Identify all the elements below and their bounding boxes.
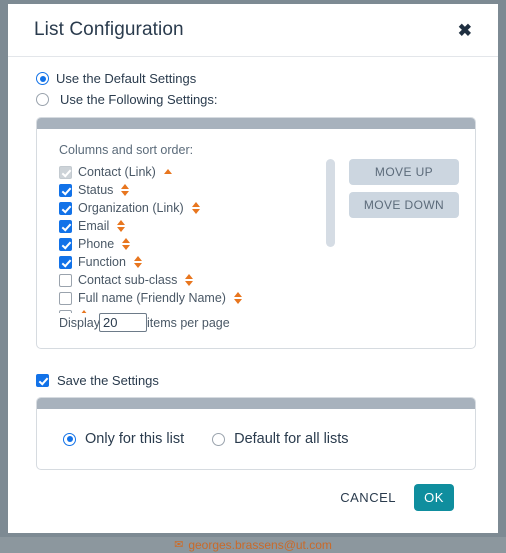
sort-arrows-icon[interactable]	[122, 238, 131, 250]
save-settings-label: Save the Settings	[57, 372, 159, 388]
dialog-header: List Configuration ✖	[8, 4, 498, 57]
list-item-label: Phone	[78, 237, 115, 251]
list-item-label: Contact sub-class	[78, 273, 178, 287]
sort-arrows-icon[interactable]	[163, 168, 172, 176]
ok-button[interactable]: OK	[414, 484, 454, 511]
checkbox-status[interactable]	[59, 183, 72, 197]
sort-arrows-icon[interactable]	[121, 184, 130, 196]
save-settings-row[interactable]: Save the Settings	[36, 371, 476, 389]
list-item[interactable]: Status	[59, 181, 326, 199]
checkbox-contact-link	[59, 165, 72, 179]
list-item[interactable]: Phone	[59, 235, 326, 253]
panel-header-bar	[37, 118, 475, 129]
radio-default-for-all-lists[interactable]: Default for all lists	[212, 431, 349, 447]
list-item-label: Full name (Friendly Name)	[78, 291, 226, 305]
checkbox-organization-link[interactable]	[59, 201, 72, 215]
list-item[interactable]: Email	[59, 217, 326, 235]
envelope-icon: ✉	[174, 538, 184, 551]
radio-use-following-settings[interactable]: Use the Following Settings:	[36, 90, 476, 109]
radio-use-default-settings[interactable]: Use the Default Settings	[36, 69, 476, 88]
scope-panel-header-bar	[37, 398, 475, 409]
list-item[interactable]: Contact sub-class	[59, 271, 326, 289]
columns-right-column: MOVE UP MOVE DOWN	[326, 143, 459, 247]
list-item[interactable]: Full name (Friendly Name)	[59, 289, 326, 307]
list-item[interactable]: Organization (Link)	[59, 199, 326, 217]
radio-following-indicator[interactable]	[36, 93, 49, 106]
list-scrollbar[interactable]	[326, 159, 335, 247]
move-up-button[interactable]: MOVE UP	[349, 159, 459, 185]
sort-arrows-icon[interactable]	[117, 220, 126, 232]
radio-all-lists-indicator[interactable]	[212, 432, 226, 446]
columns-panel-content: Columns and sort order: Contact (Link) S…	[37, 129, 475, 348]
columns-list[interactable]: Contact (Link) Status Organization (Link…	[59, 163, 326, 315]
radio-all-lists-label: Default for all lists	[234, 431, 349, 447]
background-email-text: georges.brassens@ut.com	[188, 538, 332, 552]
page-title: List Configuration	[34, 19, 184, 40]
checkbox-contact-sub-class[interactable]	[59, 273, 72, 287]
checkbox-function[interactable]	[59, 255, 72, 269]
list-item-label: Email	[78, 219, 110, 233]
dialog-footer: CANCEL OK	[36, 470, 476, 511]
radio-only-for-this-list[interactable]: Only for this list	[63, 431, 184, 447]
list-item-label: Function	[78, 255, 126, 269]
list-item-label: Organization (Link)	[78, 201, 184, 215]
columns-panel: Columns and sort order: Contact (Link) S…	[36, 117, 476, 349]
checkbox-email[interactable]	[59, 219, 72, 233]
columns-caption: Columns and sort order:	[59, 143, 194, 157]
sort-arrows-icon[interactable]	[233, 292, 242, 304]
display-per-page-row: Display items per page	[59, 313, 326, 332]
scope-panel-content: Only for this list Default for all lists	[37, 409, 475, 469]
radio-only-this-list-label: Only for this list	[85, 431, 185, 447]
radio-only-this-list-indicator[interactable]	[63, 432, 76, 446]
sort-arrows-icon[interactable]	[185, 274, 194, 286]
radio-default-label: Use the Default Settings	[56, 71, 197, 86]
background-contact-row: ✉ georges.brassens@ut.com	[0, 537, 506, 553]
checkbox-full-name-friendly-name[interactable]	[59, 291, 72, 305]
radio-following-label: Use the Following Settings:	[60, 92, 218, 107]
items-per-page-input[interactable]	[99, 313, 147, 332]
dialog-body: Use the Default Settings Use the Followi…	[8, 57, 498, 511]
list-configuration-dialog: List Configuration ✖ Use the Default Set…	[8, 4, 498, 533]
radio-default-indicator[interactable]	[36, 72, 49, 85]
list-item[interactable]: Function	[59, 253, 326, 271]
move-down-button[interactable]: MOVE DOWN	[349, 192, 459, 218]
display-suffix-label: items per page	[147, 315, 230, 330]
list-item-label: Contact (Link)	[78, 165, 156, 179]
scope-panel: Only for this list Default for all lists	[36, 397, 476, 470]
sort-arrows-icon[interactable]	[191, 202, 200, 214]
sort-arrows-icon[interactable]	[133, 256, 142, 268]
checkbox-save-the-settings[interactable]	[36, 373, 49, 387]
list-item[interactable]: Contact (Link)	[59, 163, 326, 181]
checkbox-phone[interactable]	[59, 237, 72, 251]
move-buttons-group: MOVE UP MOVE DOWN	[349, 159, 459, 218]
close-icon[interactable]: ✖	[452, 18, 478, 43]
display-prefix-label: Display	[59, 315, 100, 330]
list-item-label: Status	[78, 183, 114, 197]
cancel-button[interactable]: CANCEL	[336, 484, 400, 511]
columns-left-column: Columns and sort order: Contact (Link) S…	[59, 143, 326, 332]
